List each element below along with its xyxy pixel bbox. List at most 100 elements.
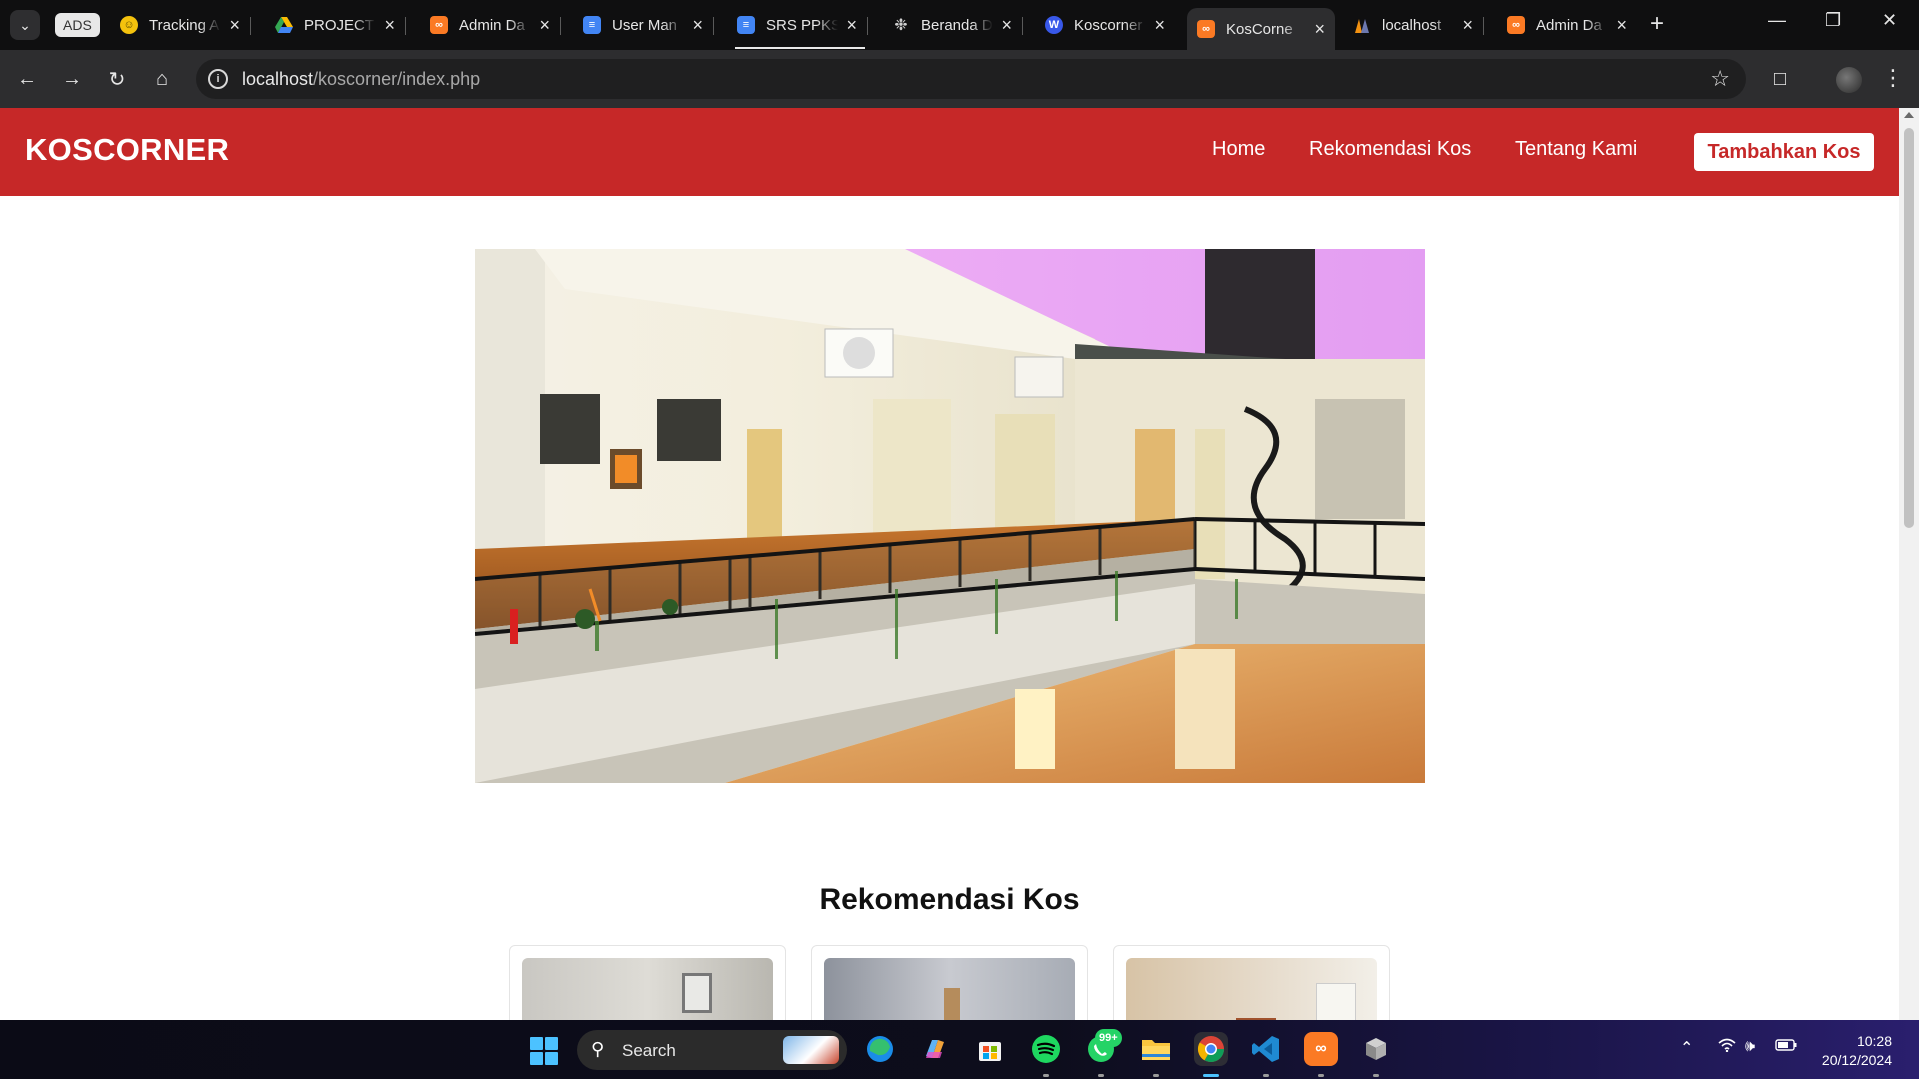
xampp-icon[interactable]: ∞: [1304, 1032, 1338, 1066]
tab-title: PROJECT: [304, 16, 375, 34]
nav-link-home[interactable]: Home: [1212, 138, 1265, 161]
microsoft-store-icon[interactable]: [973, 1032, 1007, 1066]
active-indicator: [1203, 1074, 1219, 1077]
xampp-icon: ∞: [1507, 16, 1525, 34]
wifi-icon[interactable]: [1718, 1038, 1736, 1057]
nav-link-rekomendasi[interactable]: Rekomendasi Kos: [1309, 138, 1471, 161]
tab-title: Admin Da: [1536, 16, 1602, 34]
tab-title: KosCorne: [1226, 20, 1293, 38]
chevron-down-icon: ⌄: [19, 16, 31, 33]
profile-avatar[interactable]: [1836, 67, 1862, 93]
clock-date: 20/12/2024: [1821, 1052, 1892, 1068]
close-icon[interactable]: ×: [846, 15, 857, 36]
wordpress-icon: W: [1045, 16, 1063, 34]
tab-localhost[interactable]: localhost ×: [1343, 8, 1484, 42]
bookmark-star-icon[interactable]: ☆: [1710, 66, 1730, 92]
restore-icon[interactable]: ❐: [1825, 10, 1841, 31]
close-icon[interactable]: ×: [1314, 19, 1325, 40]
spotify-icon[interactable]: [1029, 1032, 1063, 1066]
xampp-icon: ∞: [1197, 20, 1215, 38]
kos-card[interactable]: [509, 945, 786, 1020]
tab-admin-dashboard-2[interactable]: ∞ Admin Da ×: [1497, 8, 1637, 42]
tab-strip: ⌄ ADS ☺ Tracking A × PROJECT × ∞ Admin D…: [0, 0, 1919, 50]
window-close-icon[interactable]: ✕: [1882, 10, 1897, 31]
site-brand-logo[interactable]: KOSCORNER: [25, 132, 229, 168]
tab-group-ads[interactable]: ADS: [55, 13, 100, 37]
docs-icon: ≡: [737, 16, 755, 34]
tray-overflow-chevron-icon[interactable]: ⌃: [1680, 1038, 1693, 1058]
tab-group-underline: [735, 47, 865, 49]
phpmyadmin-icon: [1353, 16, 1371, 34]
taskbar-clock[interactable]: 10:28 20/12/2024: [1812, 1032, 1892, 1070]
windows-taskbar: ⚲ Search 99+ ∞ ⌃ 🕪 10:28 20/12/2024: [0, 1020, 1919, 1079]
running-indicator: [1098, 1074, 1104, 1077]
section-title-rekomendasi: Rekomendasi Kos: [819, 883, 1080, 916]
forward-arrow-icon[interactable]: →: [58, 65, 86, 93]
page-scrollbar[interactable]: [1899, 108, 1919, 1020]
close-icon[interactable]: ×: [1462, 15, 1473, 36]
app-cube-icon[interactable]: [1359, 1032, 1393, 1066]
tab-admin-dashboard[interactable]: ∞ Admin Da ×: [420, 8, 561, 42]
edge-icon[interactable]: [863, 1032, 897, 1066]
tab-title: Koscorner: [1074, 16, 1143, 34]
close-icon[interactable]: ×: [1154, 15, 1165, 36]
close-icon[interactable]: ×: [384, 15, 395, 36]
tab-beranda[interactable]: ❉ Beranda D ×: [882, 8, 1023, 42]
close-icon[interactable]: ×: [229, 15, 240, 36]
reload-icon[interactable]: ↻: [103, 65, 131, 93]
scrollbar-thumb[interactable]: [1904, 128, 1914, 528]
close-icon[interactable]: ×: [692, 15, 703, 36]
kos-card[interactable]: [811, 945, 1088, 1020]
whatsapp-unread-badge: 99+: [1095, 1029, 1122, 1047]
tab-project[interactable]: PROJECT ×: [265, 8, 406, 42]
copilot-icon[interactable]: [918, 1032, 952, 1066]
url-path: /koscorner/index.php: [313, 69, 481, 89]
smiley-icon: ☺: [120, 16, 138, 34]
drive-icon: [275, 16, 293, 34]
xampp-icon: ∞: [430, 16, 448, 34]
close-icon[interactable]: ×: [539, 15, 550, 36]
kebab-menu-icon[interactable]: ⋮: [1882, 65, 1904, 91]
running-indicator: [1373, 1074, 1379, 1077]
new-tab-plus-icon[interactable]: +: [1650, 10, 1664, 38]
close-icon[interactable]: ×: [1001, 15, 1012, 36]
home-icon[interactable]: ⌂: [148, 65, 176, 93]
nav-link-tentang[interactable]: Tentang Kami: [1515, 138, 1637, 161]
close-icon[interactable]: ×: [1616, 15, 1627, 36]
kos-card-image: [824, 958, 1075, 1020]
url-text[interactable]: localhost/koscorner/index.php: [242, 69, 480, 90]
scroll-up-arrow-icon[interactable]: [1904, 112, 1914, 118]
volume-icon[interactable]: 🕪: [1745, 1038, 1755, 1056]
file-explorer-icon[interactable]: [1139, 1032, 1173, 1066]
tab-tracking[interactable]: ☺ Tracking A ×: [110, 8, 251, 42]
browser-toolbar: ← → ↻ ⌂ i localhost/koscorner/index.php …: [0, 50, 1919, 108]
extensions-puzzle-icon[interactable]: □: [1766, 65, 1794, 93]
tab-koscorner-active[interactable]: ∞ KosCorne ×: [1187, 8, 1335, 50]
running-indicator: [1153, 1074, 1159, 1077]
address-bar[interactable]: i localhost/koscorner/index.php ☆: [196, 59, 1746, 99]
back-arrow-icon[interactable]: ←: [13, 65, 41, 93]
tab-search-button[interactable]: ⌄: [10, 10, 40, 40]
minimize-icon[interactable]: —: [1768, 10, 1786, 31]
vscode-icon[interactable]: [1249, 1032, 1283, 1066]
url-host: localhost: [242, 69, 314, 89]
tab-title: localhost: [1382, 16, 1442, 34]
site-info-icon[interactable]: i: [208, 69, 228, 89]
openai-icon: ❉: [894, 17, 908, 34]
kos-card[interactable]: [1113, 945, 1390, 1020]
tab-srs-ppks[interactable]: ≡ SRS PPKS ×: [727, 8, 868, 42]
tab-title: User Man: [612, 16, 678, 34]
taskbar-search-box[interactable]: ⚲ Search: [577, 1030, 847, 1070]
tab-title: Admin Da: [459, 16, 525, 34]
docs-icon: ≡: [583, 16, 601, 34]
taskbar-search-label: Search: [622, 1041, 676, 1060]
windows-start-icon[interactable]: [530, 1037, 558, 1065]
search-highlight-art: [783, 1036, 839, 1064]
kos-card-image: [1126, 958, 1377, 1020]
site-navbar: KOSCORNER Home Rekomendasi Kos Tentang K…: [0, 108, 1899, 196]
chrome-icon[interactable]: [1194, 1032, 1228, 1066]
tab-user-manual[interactable]: ≡ User Man ×: [573, 8, 714, 42]
tab-koscorner-wp[interactable]: W Koscorner ×: [1035, 8, 1175, 42]
battery-icon[interactable]: [1775, 1038, 1797, 1056]
add-kos-button[interactable]: Tambahkan Kos: [1694, 133, 1874, 171]
